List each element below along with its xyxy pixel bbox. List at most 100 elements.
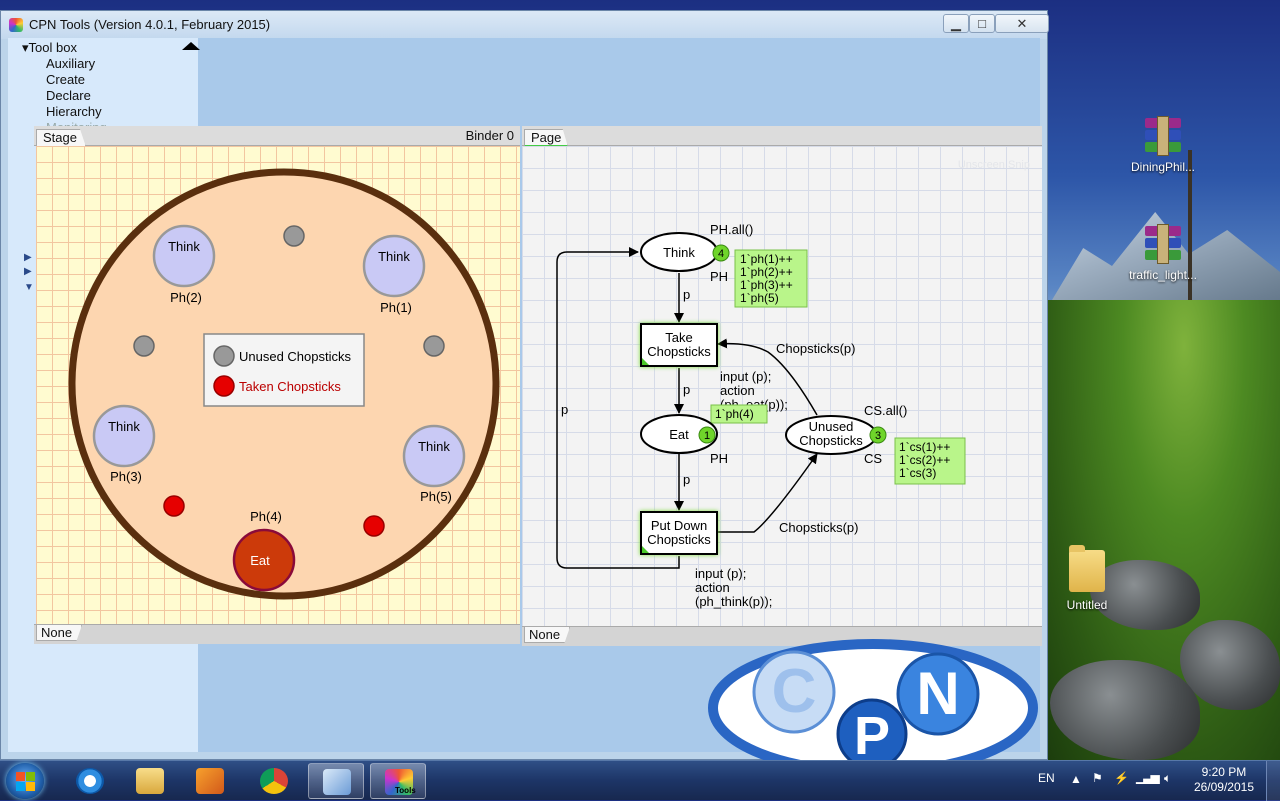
token-count: 4 (718, 248, 724, 260)
binder-label: Binder 0 (465, 128, 514, 143)
toolbox-item-declare[interactable]: Declare (22, 88, 107, 104)
legend-unused-swatch (213, 345, 235, 367)
place-unused-init: CS.all() (864, 403, 907, 418)
stage-status-tab[interactable]: None (36, 625, 82, 641)
tool-box-tree: ▾Tool box Auxiliary Create Declare Hiera… (22, 40, 107, 136)
cpn-logo: C P N (706, 636, 1040, 760)
arc-label: p (561, 402, 568, 417)
toolbox-item-auxiliary[interactable]: Auxiliary (22, 56, 107, 72)
tree-expand-icon[interactable]: ▶ (24, 266, 32, 277)
philosopher-3-state: Think (108, 419, 140, 434)
place-unused-name: Chopsticks (799, 433, 863, 448)
unused-chopstick (283, 225, 305, 247)
arc-label: p (683, 382, 690, 397)
place-unused-type: CS (864, 451, 882, 466)
clock-date: 26/09/2015 (1193, 780, 1254, 794)
logo-letter-n: N (916, 660, 959, 727)
title-bar[interactable]: CPN Tools (Version 4.0.1, February 2015)… (1, 11, 1049, 39)
legend-taken-label: Taken Chopsticks (239, 379, 341, 394)
scroll-up-arrow-icon[interactable] (182, 42, 200, 50)
taken-chopstick (363, 515, 385, 537)
minimize-icon: ▁ (951, 16, 961, 31)
philosopher-4-state: Eat (250, 553, 270, 568)
clock[interactable]: 9:20 PM 26/09/2015 (1194, 765, 1254, 795)
winrar-archive-icon (1143, 116, 1183, 156)
place-think-type: PH (710, 269, 728, 284)
desktop-icon-untitled-folder[interactable]: Untitled (1042, 545, 1132, 612)
taken-chopstick (163, 495, 185, 517)
close-button[interactable]: ✕ (995, 14, 1049, 33)
tree-expand-icon[interactable]: ▶ (24, 252, 32, 263)
taskbar-internet-explorer[interactable] (62, 763, 118, 799)
power-plug-icon[interactable]: ⚡ (1114, 771, 1129, 785)
tool-box-header[interactable]: ▾Tool box (22, 40, 107, 56)
unused-chopstick (423, 335, 445, 357)
marking-line: 1`ph(1)++ (740, 252, 793, 266)
transition-label: Take (665, 330, 692, 345)
desktop-icon-traffic-light[interactable]: traffic_light... (1118, 224, 1208, 282)
taskbar-control-panel[interactable] (308, 763, 364, 799)
taskbar-media-player[interactable] (182, 763, 238, 799)
marking-line: 1`ph(3)++ (740, 278, 793, 292)
transition-label: Put Down (651, 518, 707, 533)
place-eat-type: PH (710, 451, 728, 466)
action-center-flag-icon[interactable]: ⚑ (1092, 771, 1103, 785)
winrar-archive-icon (1143, 224, 1183, 264)
philosopher-3-label: Ph(3) (110, 469, 142, 484)
unused-chopstick (133, 335, 155, 357)
place-think-init: PH.all() (710, 222, 753, 237)
cpn-net-page[interactable]: Unscreen Snip p p p p Chopsticks(p) Chop… (522, 146, 1042, 626)
status-label: None (41, 625, 73, 640)
internet-explorer-icon (76, 768, 104, 794)
marking-line: 1`ph(4) (715, 407, 754, 421)
logo-letter-c: C (772, 657, 817, 726)
transition-label: Chopsticks (647, 344, 711, 359)
tab-stage[interactable]: Stage (36, 129, 86, 147)
desktop-icon-label: Untitled (1066, 598, 1108, 612)
philosopher-1 (362, 234, 426, 298)
language-indicator[interactable]: EN (1038, 771, 1055, 785)
toolbox-item-create[interactable]: Create (22, 72, 107, 88)
place-think-name: Think (663, 245, 695, 260)
taskbar-file-explorer[interactable] (122, 763, 178, 799)
marking-line: 1`cs(3) (899, 466, 936, 480)
page-status-tab[interactable]: None (524, 627, 570, 643)
philosopher-5-label: Ph(5) (420, 489, 452, 504)
folder-icon (1069, 545, 1105, 592)
stage-canvas[interactable]: Think Ph(2) Think Ph(1) Think Ph(3) Thin… (36, 146, 520, 624)
token-count: 1 (704, 430, 710, 442)
tree-collapse-icon[interactable]: ▼ (24, 282, 34, 293)
start-button[interactable] (6, 763, 44, 799)
taskbar-chrome[interactable] (246, 763, 302, 799)
maximize-button[interactable]: □ (969, 14, 995, 33)
tab-page[interactable]: Page (524, 129, 568, 147)
philosopher-5 (402, 424, 466, 488)
show-desktop-button[interactable] (1266, 761, 1280, 801)
philosopher-4-label: Ph(4) (250, 509, 282, 524)
desktop-icon-label: DiningPhil... (1130, 160, 1196, 174)
cpn-tools-app-icon (9, 18, 23, 32)
cpn-logo-svg: C P N (708, 639, 1038, 760)
faded-watermark: Unscreen Snip (958, 159, 1030, 171)
place-unused-name: Unused (809, 419, 854, 434)
logo-letter-p: P (854, 706, 890, 760)
network-signal-icon[interactable]: ▁▃▅ (1136, 770, 1160, 784)
toolbox-item-hierarchy[interactable]: Hierarchy (22, 104, 107, 120)
arc-label: p (683, 472, 690, 487)
taskbar-cpn-tools[interactable]: Tools (370, 763, 426, 799)
place-eat-name: Eat (669, 427, 689, 442)
desktop-icon-diningphil[interactable]: DiningPhil... (1118, 116, 1208, 174)
code-segment: action (695, 580, 730, 595)
arc-label: Chopsticks(p) (779, 520, 858, 535)
token-count: 3 (875, 430, 881, 442)
volume-icon[interactable]: 🔈︎ (1164, 771, 1171, 786)
control-panel-icon (323, 769, 351, 795)
show-hidden-icons-icon[interactable]: ▲ (1070, 772, 1082, 786)
code-segment: input (p); (720, 369, 771, 384)
stage-statusbar: None (34, 624, 520, 644)
stage-binder-tabbar: Stage Binder 0 (34, 126, 520, 147)
minimize-button[interactable]: ▁ (943, 14, 969, 33)
legend-unused-label: Unused Chopsticks (239, 349, 351, 364)
marking-line: 1`ph(2)++ (740, 265, 793, 279)
code-segment: action (720, 383, 755, 398)
